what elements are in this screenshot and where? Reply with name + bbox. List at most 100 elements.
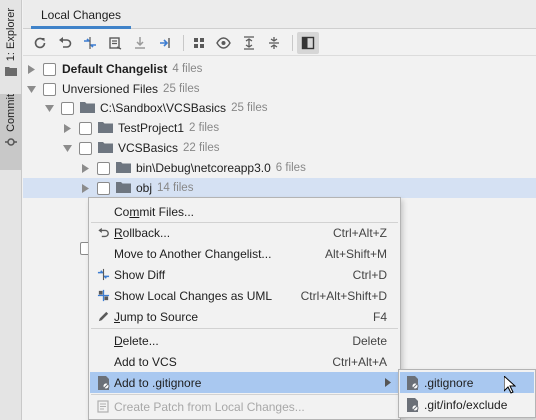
tree-node-label: obj — [136, 181, 153, 195]
tree-row-bin-debug[interactable]: bin\Debug\netcoreapp3.0 6 files — [23, 158, 536, 178]
folder-icon — [116, 161, 131, 176]
menu-item-jump-to-source[interactable]: Jump to Source F4 — [90, 306, 399, 327]
menu-item-move-changelist[interactable]: Move to Another Changelist... Alt+Shift+… — [90, 243, 399, 264]
chevron-right-icon[interactable] — [80, 163, 90, 173]
tree-row-default-changelist[interactable]: Default Changelist 4 files — [23, 59, 536, 79]
menu-item-create-patch[interactable]: Create Patch from Local Changes... — [90, 396, 399, 417]
menu-item-add-to-vcs[interactable]: Add to VCS Ctrl+Alt+A — [90, 351, 399, 372]
tree-node-label: Unversioned Files — [62, 82, 159, 96]
shelve-icon — [160, 37, 170, 48]
folder-checkbox[interactable] — [79, 141, 92, 155]
tree-node-label: TestProject1 — [118, 121, 185, 135]
explorer-tool-tab[interactable]: 1: Explorer — [0, 8, 22, 88]
menu-item-commit-files[interactable]: Commit Files... — [90, 201, 399, 222]
commit-tool-tab[interactable]: Commit — [0, 94, 22, 170]
changelist-checkbox[interactable] — [43, 62, 56, 76]
chevron-down-icon[interactable] — [62, 143, 72, 153]
menu-item-label: Show Diff — [114, 267, 166, 282]
commit-tab-label: Commit — [5, 94, 17, 132]
file-count: 14 files — [157, 182, 194, 194]
refresh-icon — [34, 37, 46, 48]
file-count: 22 files — [183, 142, 220, 154]
git-ignore-icon — [92, 375, 114, 390]
menu-item-label: Show Local Changes as UML — [114, 288, 273, 303]
commit-icon — [109, 36, 122, 50]
menu-item-label: Add to VCS — [114, 354, 177, 369]
tree-row-unversioned-files[interactable]: Unversioned Files 25 files — [23, 79, 536, 99]
chevron-right-icon[interactable] — [26, 64, 36, 74]
collapse-all-button[interactable] — [263, 32, 285, 54]
commit-button[interactable] — [104, 32, 126, 54]
toolbar-separator — [183, 34, 184, 51]
update-button[interactable] — [129, 32, 151, 54]
file-count: 25 files — [163, 83, 200, 95]
menu-item-label: Create Patch from Local Changes... — [114, 399, 305, 414]
eye-icon — [216, 36, 231, 49]
folder-checkbox[interactable] — [61, 101, 74, 115]
menu-item-label: Add to .gitignore — [114, 375, 202, 390]
preview-toggle-button[interactable] — [297, 31, 319, 54]
shortcut-text: Ctrl+Alt+A — [332, 354, 387, 369]
diff-icon — [84, 36, 96, 49]
refresh-button[interactable] — [29, 32, 51, 54]
git-ignore-file-icon — [403, 375, 421, 390]
shortcut-text: Ctrl+D — [352, 267, 387, 282]
tool-window-strip: 1: Explorer Commit — [0, 0, 22, 420]
shortcut-text: Alt+Shift+M — [324, 246, 387, 261]
chevron-right-icon[interactable] — [80, 183, 90, 193]
pencil-icon — [92, 310, 114, 323]
file-count: 25 files — [231, 102, 268, 114]
chevron-right-icon[interactable] — [62, 123, 72, 133]
changes-toolbar — [23, 30, 536, 56]
menu-item-delete[interactable]: Delete... Delete — [90, 330, 399, 351]
tab-local-changes[interactable]: Local Changes — [31, 4, 132, 29]
patch-icon — [92, 400, 114, 413]
tree-node-label: C:\Sandbox\VCSBasics — [100, 101, 227, 115]
expand-all-icon — [244, 35, 254, 50]
menu-item-label: Move to Another Changelist... — [114, 246, 272, 261]
tree-row-obj[interactable]: obj 14 files — [23, 178, 536, 198]
mouse-cursor-icon — [503, 374, 517, 397]
menu-item-show-diff[interactable]: Show Diff Ctrl+D — [90, 264, 399, 285]
expand-all-button[interactable] — [238, 32, 260, 54]
tree-row-testproject1[interactable]: TestProject1 2 files — [23, 118, 536, 138]
folder-checkbox[interactable] — [97, 161, 110, 175]
tool-window-header: Local Changes — [23, 0, 536, 29]
file-count: 4 files — [172, 63, 203, 75]
submenu-item-git-info-exclude[interactable]: .git/info/exclude — [400, 394, 534, 415]
folder-icon — [98, 141, 113, 156]
explorer-tab-label: 1: Explorer — [5, 8, 17, 62]
shortcut-text: Ctrl+Alt+Shift+D — [300, 288, 387, 303]
shortcut-text: Delete — [352, 333, 387, 348]
rollback-button[interactable] — [54, 32, 76, 54]
toolbar-separator — [292, 34, 293, 51]
tree-row-vcsbasics[interactable]: VCSBasics 22 files — [23, 138, 536, 158]
git-exclude-file-icon — [403, 397, 421, 412]
submenu-item-label: .gitignore — [424, 375, 474, 390]
group-by-button[interactable] — [188, 32, 210, 54]
rollback-icon — [59, 36, 72, 48]
shelve-button[interactable] — [154, 32, 176, 54]
folder-checkbox[interactable] — [79, 121, 92, 135]
collapse-all-icon — [269, 36, 279, 49]
preview-icon — [301, 36, 315, 49]
menu-item-show-uml[interactable]: Show Local Changes as UML Ctrl+Alt+Shift… — [90, 285, 399, 306]
tree-node-label: bin\Debug\netcoreapp3.0 — [136, 161, 271, 175]
show-diff-button[interactable] — [79, 32, 101, 54]
submenu-item-label: .git/info/exclude — [424, 397, 508, 412]
view-options-button[interactable] — [213, 32, 235, 54]
folder-checkbox[interactable] — [97, 181, 110, 195]
update-icon — [135, 36, 145, 49]
folder-icon — [116, 181, 131, 196]
group-by-icon — [194, 37, 204, 48]
shortcut-text: F4 — [372, 309, 387, 324]
tree-row-sandbox-folder[interactable]: C:\Sandbox\VCSBasics 25 files — [23, 98, 536, 118]
file-count: 6 files — [275, 162, 306, 174]
chevron-down-icon[interactable] — [44, 103, 54, 113]
uml-diagram-icon — [92, 289, 114, 302]
rollback-icon — [92, 227, 114, 239]
menu-item-rollback[interactable]: Rollback... Ctrl+Alt+Z — [90, 222, 399, 243]
menu-item-add-to-gitignore[interactable]: Add to .gitignore — [90, 372, 399, 393]
chevron-down-icon[interactable] — [26, 84, 36, 94]
unversioned-checkbox[interactable] — [43, 82, 56, 96]
